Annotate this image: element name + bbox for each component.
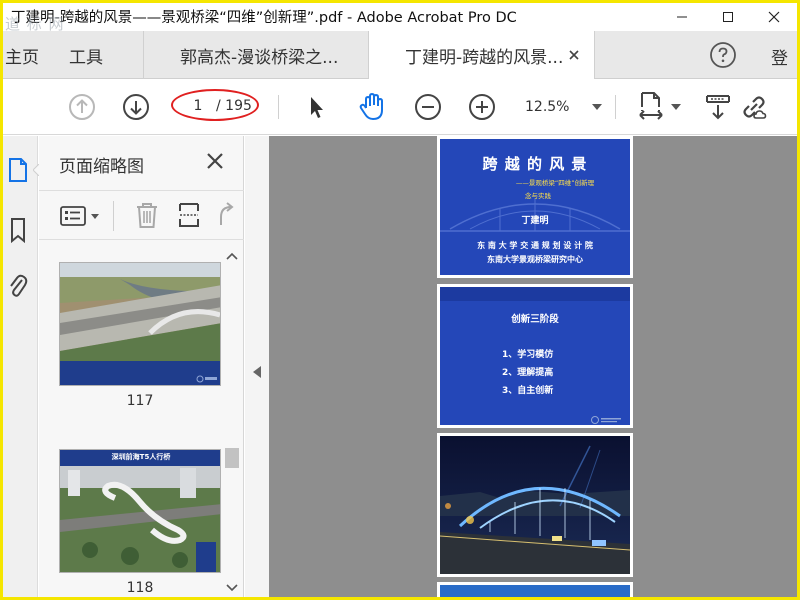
thumbnail-label: 117 — [126, 393, 154, 409]
maximize-icon — [723, 12, 733, 22]
zoom-level[interactable]: 12.5% — [525, 99, 569, 115]
select-tool-button[interactable] — [301, 92, 331, 122]
fit-page-icon — [639, 92, 663, 120]
tab-tools[interactable]: 工具 — [69, 31, 139, 79]
close-icon — [768, 11, 780, 23]
acrobat-window: 丁建明-跨越的风景——景观桥梁“四维”创新理”.pdf - Adobe Acro… — [3, 3, 797, 597]
sign-in-link[interactable]: 登 — [771, 44, 788, 69]
page-thumbnails-nav-button[interactable] — [3, 152, 33, 188]
page-thumbnails-panel: 页面缩略图 117 深圳前海T5人行桥 118 — [39, 136, 244, 597]
panel-title: 页面缩略图 — [59, 157, 144, 177]
attachments-nav-button[interactable] — [3, 268, 33, 304]
scroll-down-icon[interactable] — [226, 584, 238, 592]
slide-author: 丁建明 — [521, 216, 549, 226]
night-arch-bridge-photo — [439, 436, 631, 574]
slide-subtitle-2: 念与实践 — [525, 192, 551, 200]
tab-document-ding-label: 丁建明-跨越的风景... — [405, 48, 564, 68]
minimize-button[interactable] — [659, 3, 705, 31]
zoom-out-button[interactable] — [413, 92, 443, 122]
rotate-icon[interactable] — [215, 201, 237, 229]
zoom-in-icon — [469, 94, 495, 120]
scroll-mode-button[interactable] — [703, 92, 733, 122]
slide-list-item: 1、学习模仿 — [502, 350, 554, 360]
options-dropdown-icon — [91, 214, 99, 219]
slide-org-1: 东 南 大 学 交 通 规 划 设 计 院 — [477, 241, 593, 250]
pdf-page-4 — [437, 582, 633, 597]
next-page-button[interactable] — [121, 92, 151, 122]
bookmarks-nav-button[interactable] — [3, 212, 33, 248]
previous-page-button[interactable] — [67, 92, 97, 122]
arrow-down-circle-icon — [123, 94, 149, 120]
slide-title: 跨 越 的 风 景 — [482, 155, 588, 173]
bridge-aerial-photo — [60, 263, 220, 385]
toolbar-divider — [278, 95, 279, 119]
pdf-page-3 — [437, 433, 633, 577]
tab-document-guo[interactable]: 郭高杰-漫谈桥梁之... — [143, 31, 369, 79]
toolbar: 1 / 195 12.5% — [3, 79, 797, 135]
tab-home[interactable]: 主页 — [3, 31, 53, 79]
toolbar-divider — [615, 95, 616, 119]
slide-list-item: 2、理解提高 — [502, 368, 554, 378]
minimize-icon — [677, 16, 687, 18]
document-view[interactable]: 跨 越 的 风 景 ——景观桥梁“四维”创新理 念与实践 丁建明 东 南 大 学… — [269, 136, 797, 597]
zoom-dropdown-icon[interactable] — [592, 104, 602, 110]
tab-close-icon[interactable] — [565, 46, 583, 64]
pdf-page-1: 跨 越 的 风 景 ——景观桥梁“四维”创新理 念与实践 丁建明 东 南 大 学… — [437, 136, 633, 278]
thumbnail-toolbar — [39, 190, 244, 240]
tab-document-guo-label: 郭高杰-漫谈桥梁之... — [180, 47, 339, 68]
arrow-up-circle-icon — [69, 94, 95, 120]
cursor-arrow-icon — [311, 97, 323, 118]
pedestrian-bridge-render — [60, 450, 220, 572]
fit-page-button[interactable] — [636, 92, 666, 122]
slide-subtitle-1: ——景观桥梁“四维”创新理 — [515, 179, 595, 187]
zoom-in-button[interactable] — [467, 92, 497, 122]
thumbnail-options-button[interactable] — [59, 203, 103, 229]
trash-icon[interactable] — [135, 201, 159, 229]
slide-title: 创新三阶段 — [511, 314, 559, 325]
close-window-button[interactable] — [751, 3, 797, 31]
red-annotation-ellipse — [171, 89, 259, 121]
navigation-pane-strip — [3, 136, 39, 597]
slide-header-band — [440, 287, 630, 301]
fit-page-dropdown-icon[interactable] — [671, 104, 681, 110]
zoom-out-icon — [415, 94, 441, 120]
paperclip-icon — [10, 274, 28, 297]
bridge-sketch-background — [440, 199, 630, 232]
thumbnail-page-118[interactable]: 深圳前海T5人行桥 — [59, 449, 221, 573]
options-menu-icon — [60, 206, 86, 226]
thumbnail-label: 118 — [126, 580, 154, 596]
panel-collapse-strip[interactable] — [245, 136, 269, 597]
help-icon[interactable] — [709, 41, 737, 69]
slide-logo-icon — [591, 416, 621, 424]
page-thumbnails-icon — [9, 158, 27, 182]
thumbnail-scrollbar[interactable] — [223, 248, 241, 597]
thumbnail-toolbar-divider — [113, 201, 114, 231]
scroll-up-icon[interactable] — [226, 252, 238, 260]
tab-document-ding[interactable]: 丁建明-跨越的风景... — [369, 31, 595, 80]
thumbnail-page-117[interactable] — [59, 262, 221, 386]
thumbnail-caption: 深圳前海T5人行桥 — [111, 453, 171, 461]
hand-icon — [359, 93, 383, 120]
slide-list-item: 3、自主创新 — [502, 386, 554, 396]
extract-pages-icon[interactable] — [177, 201, 201, 229]
hand-tool-button[interactable] — [357, 92, 387, 122]
title-bar: 丁建明-跨越的风景——景观桥梁“四维”创新理”.pdf - Adobe Acro… — [3, 3, 797, 33]
pdf-page-2: 创新三阶段 1、学习模仿 2、理解提高 3、自主创新 — [437, 284, 633, 428]
maximize-button[interactable] — [705, 3, 751, 31]
slide-org-2: 东南大学景观桥梁研究中心 — [487, 255, 583, 264]
tab-bar: 主页 工具 郭高杰-漫谈桥梁之... 丁建明-跨越的风景... 登 — [3, 31, 797, 80]
close-panel-icon[interactable] — [204, 150, 226, 172]
collapse-arrow-icon[interactable] — [253, 366, 261, 378]
window-title: 丁建明-跨越的风景——景观桥梁“四维”创新理”.pdf - Adobe Acro… — [11, 10, 517, 26]
scroll-down-icon — [706, 95, 730, 120]
link-cloud-icon — [743, 96, 767, 119]
scrollbar-thumb[interactable] — [225, 448, 239, 468]
share-link-button[interactable] — [739, 92, 769, 122]
bookmark-icon — [11, 218, 25, 243]
